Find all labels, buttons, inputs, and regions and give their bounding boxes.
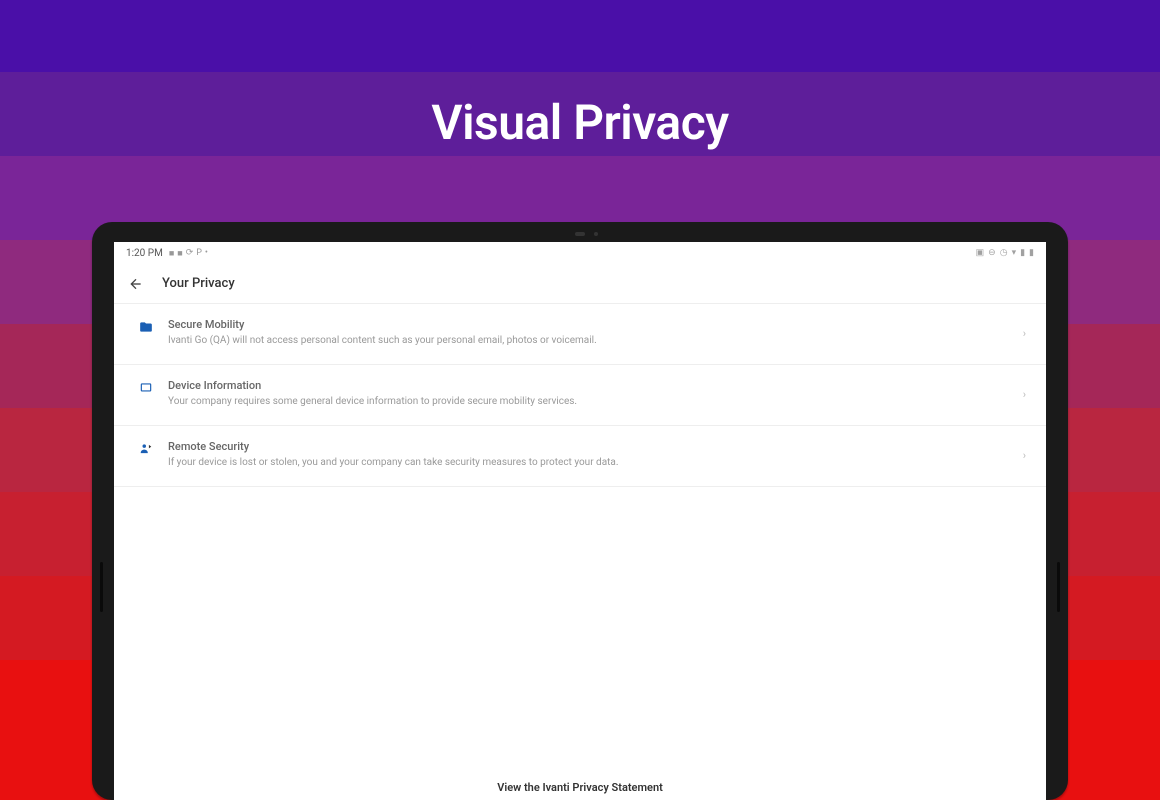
folder-locked-icon xyxy=(138,319,154,335)
spacer xyxy=(114,487,1046,773)
privacy-item-secure-mobility[interactable]: Secure Mobility Ivanti Go (QA) will not … xyxy=(114,304,1046,365)
tablet-device-frame: 1:20 PM ■ ■ ⟳ P • ▣ ⊖ ◷ ▾ ▮ ▮ xyxy=(92,222,1068,800)
chevron-right-icon: › xyxy=(1023,327,1026,340)
status-time: 1:20 PM xyxy=(126,248,163,259)
list-item-title: Remote Security xyxy=(168,440,1009,453)
tablet-speaker-right xyxy=(1057,562,1060,612)
do-not-disturb-icon: ⊖ xyxy=(988,248,996,258)
list-item-description: Your company requires some general devic… xyxy=(168,395,1009,409)
app-bar: Your Privacy xyxy=(114,264,1046,304)
security-person-icon xyxy=(138,441,154,457)
clock-icon: ◷ xyxy=(1000,248,1008,258)
sync-icon: ⟳ xyxy=(186,248,194,259)
folder-icon: ■ xyxy=(169,248,174,259)
chevron-right-icon: › xyxy=(1023,388,1026,401)
content-area: Secure Mobility Ivanti Go (QA) will not … xyxy=(114,304,1046,800)
promo-title: Visual Privacy xyxy=(0,94,1160,151)
android-status-bar: 1:20 PM ■ ■ ⟳ P • ▣ ⊖ ◷ ▾ ▮ ▮ xyxy=(114,242,1046,264)
signal-icon: ▮ xyxy=(1020,248,1025,258)
list-item-description: If your device is lost or stolen, you an… xyxy=(168,456,1009,470)
privacy-statement-link[interactable]: View the Ivanti Privacy Statement xyxy=(114,773,1046,800)
promotional-backdrop: Visual Privacy 1:20 PM ■ ■ ⟳ P • xyxy=(0,0,1160,800)
tablet-speaker-left xyxy=(100,562,103,612)
tablet-screen: 1:20 PM ■ ■ ⟳ P • ▣ ⊖ ◷ ▾ ▮ ▮ xyxy=(114,242,1046,800)
cast-icon: ▣ xyxy=(976,248,985,258)
page-title: Your Privacy xyxy=(162,276,235,291)
list-item-description: Ivanti Go (QA) will not access personal … xyxy=(168,334,1009,348)
status-system-icons: ▣ ⊖ ◷ ▾ ▮ ▮ xyxy=(976,248,1034,258)
status-notification-icons: ■ ■ ⟳ P • xyxy=(169,248,208,259)
list-item-title: Device Information xyxy=(168,379,1009,392)
folder-icon: ■ xyxy=(177,248,182,259)
privacy-item-remote-security[interactable]: Remote Security If your device is lost o… xyxy=(114,426,1046,487)
chevron-right-icon: › xyxy=(1023,449,1026,462)
list-item-title: Secure Mobility xyxy=(168,318,1009,331)
wifi-icon: ▾ xyxy=(1012,248,1017,258)
battery-icon: ▮ xyxy=(1029,248,1034,258)
p-icon: P xyxy=(196,248,202,259)
dot-icon: • xyxy=(205,248,208,259)
back-button[interactable] xyxy=(128,276,144,292)
privacy-item-device-information[interactable]: Device Information Your company requires… xyxy=(114,365,1046,426)
device-icon xyxy=(138,380,154,396)
